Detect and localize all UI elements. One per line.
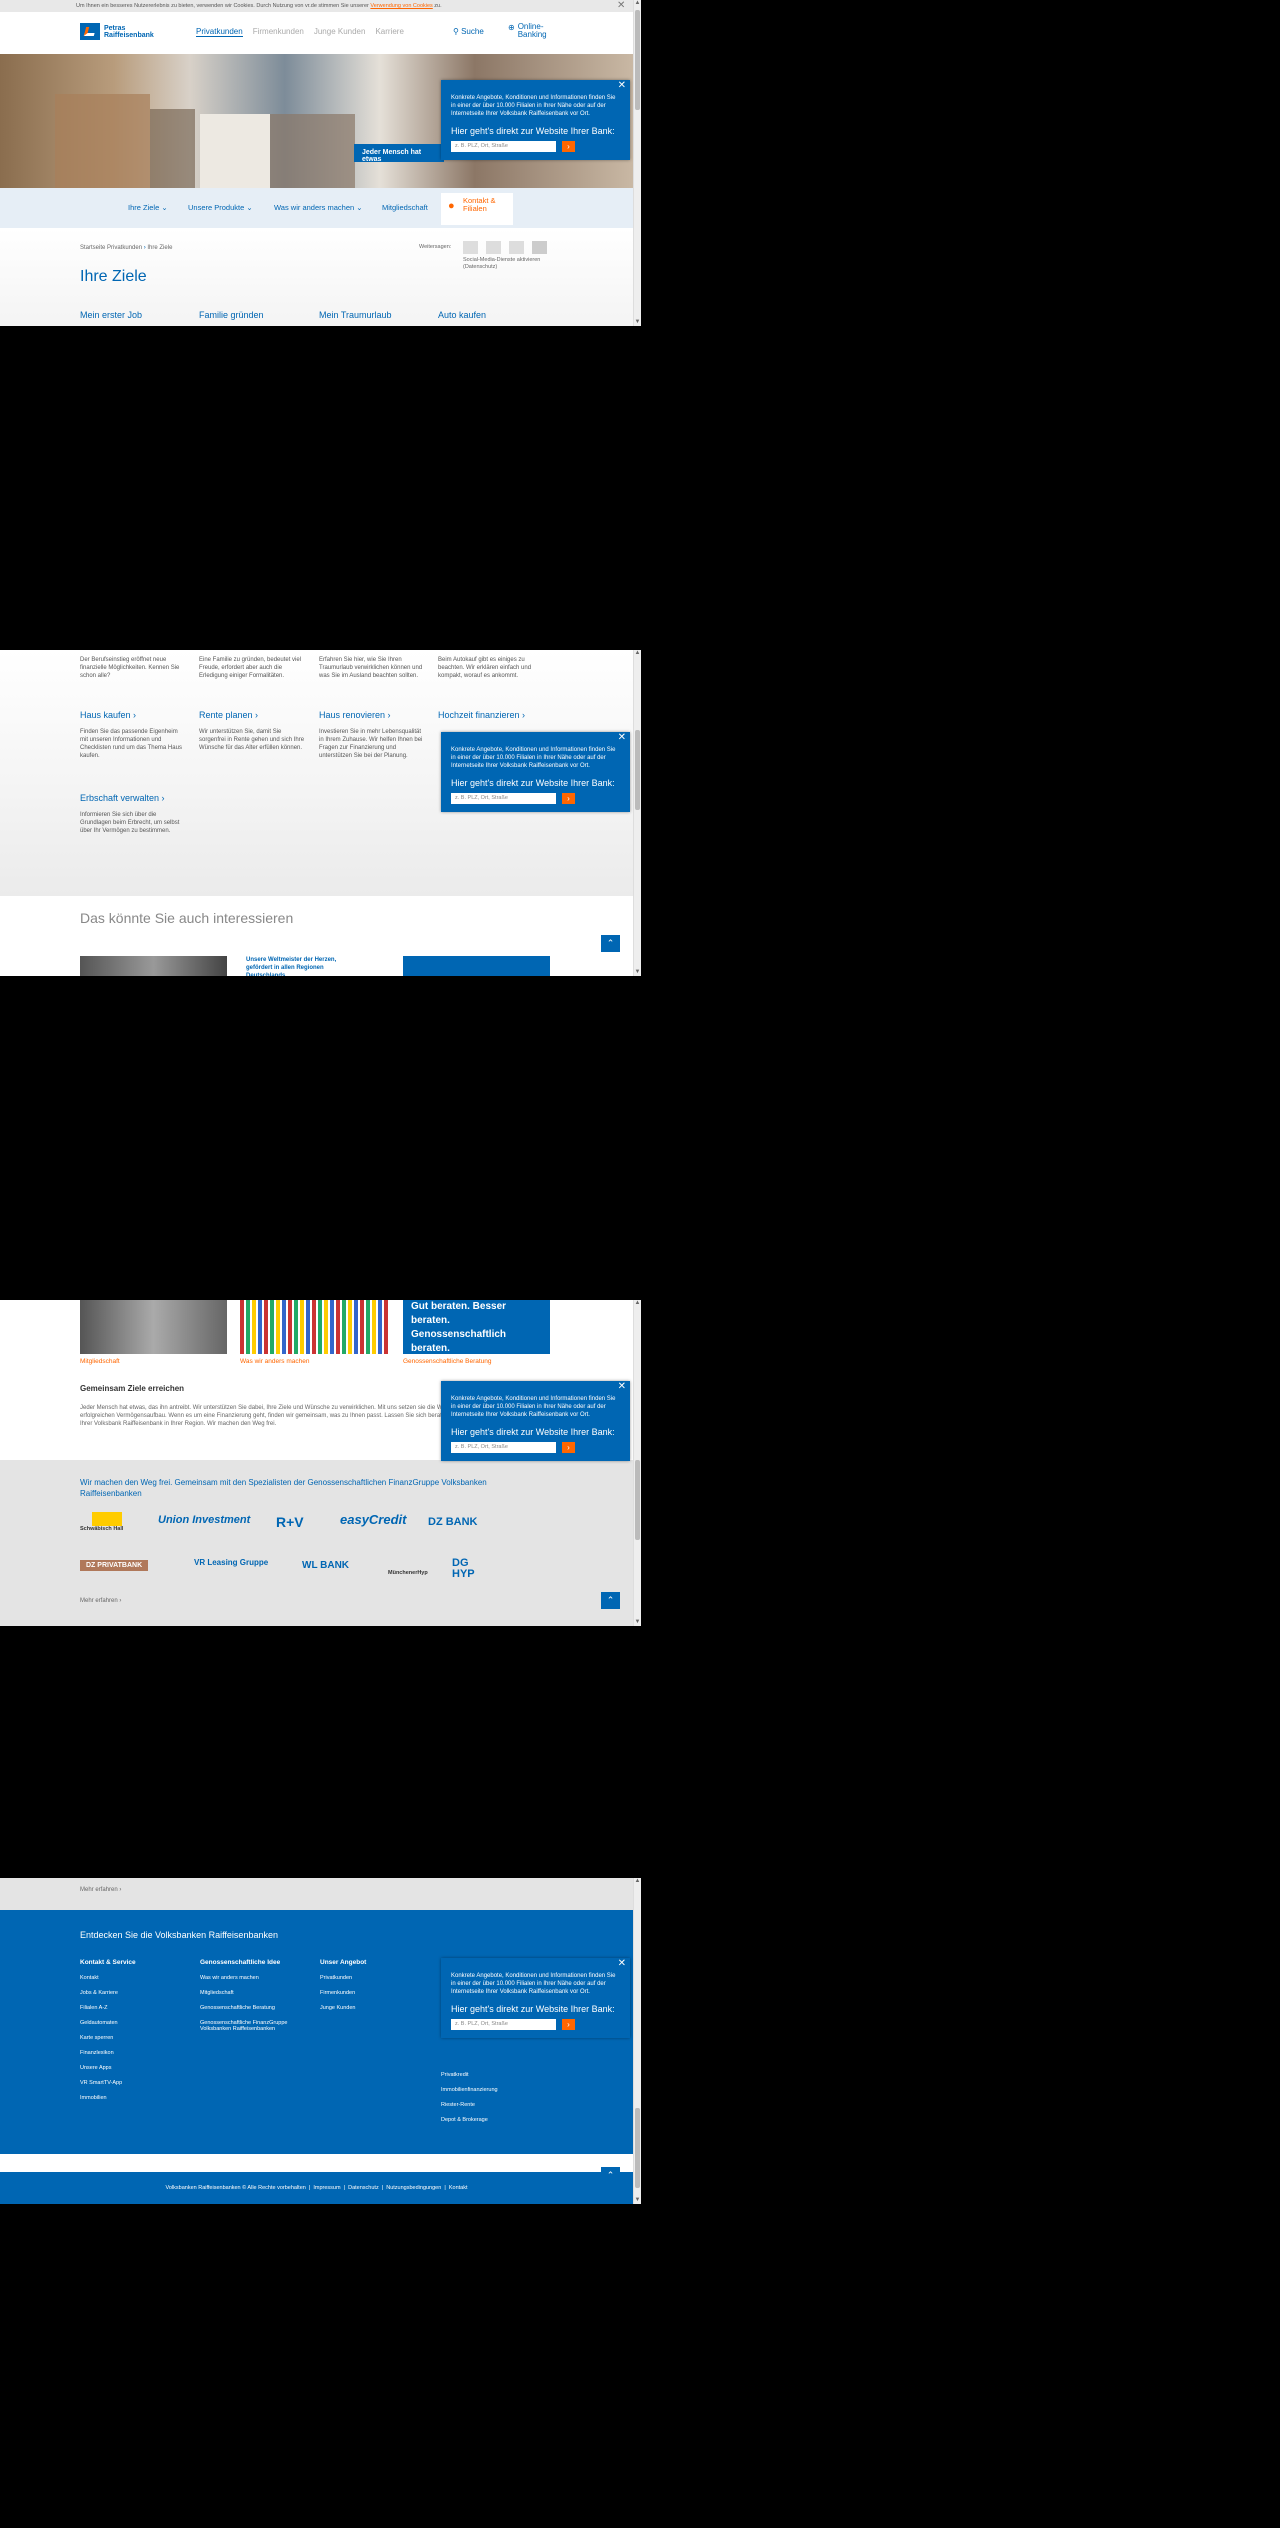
social-activate-link[interactable]: Social-Media-Dienste aktivieren (Datensc… [463, 257, 548, 271]
interest-links: Mitgliedschaft Was wir anders machen Gen… [80, 1358, 492, 1365]
logo-wl-bank[interactable]: WL BANK [302, 1560, 349, 1571]
footer-col-products: Privatkredit Immobilienfinanzierung Rieste… [441, 2072, 498, 2123]
main-nav: Ihre Ziele ⌄ Unsere Produkte ⌄ Was wir a… [0, 188, 633, 228]
search-icon: ⚲ [453, 27, 459, 36]
bank-finder-overlay: ✕ Konkrete Angebote, Konditionen und Inf… [441, 1381, 630, 1461]
logo-dz-bank[interactable]: DZ BANK [428, 1516, 478, 1528]
footer-legal: Volksbanken Raiffeisenbanken © Alle Rech… [165, 2185, 468, 2191]
bank-finder-overlay: ✕ Konkrete Angebote, Konditionen und Inf… [441, 1958, 630, 2038]
mainnav-anders[interactable]: Was wir anders machen ⌄ [274, 203, 363, 212]
goals-row1-desc: Der Berufseinstieg eröffnet neue finanzi… [80, 657, 532, 679]
footer-divider [0, 2154, 633, 2172]
close-icon[interactable]: ✕ [618, 81, 626, 91]
goals-row1: Mein erster Job Familie gründen Mein Tra… [80, 310, 487, 320]
footer-col-kontakt: Kontakt & Service Kontakt Jobs & Karriere… [80, 1959, 136, 2101]
mainnav-ihre-ziele[interactable]: Ihre Ziele ⌄ [128, 203, 168, 212]
topnav-firmenkunden[interactable]: Firmenkunden [253, 27, 304, 37]
goals-row3: Erbschaft verwalten › Informieren Sie si… [80, 793, 185, 835]
close-icon[interactable]: ✕ [617, 0, 625, 12]
bank-search-input[interactable]: z. B. PLZ, Ort, Straße [451, 1442, 556, 1453]
scroll-top-button[interactable]: ⌃ [601, 1592, 620, 1609]
share-bar: Weitersagen: Social-Media-Dienste aktivi… [419, 241, 549, 270]
topnav-privatkunden[interactable]: Privatkunden [196, 27, 243, 37]
brand-logo[interactable]: Petras Raiffeisenbank [80, 23, 154, 40]
footer-col-idee: Genossenschaftliche Idee Was wir anders … [200, 1959, 288, 2032]
interest-image[interactable] [80, 956, 227, 976]
partners-more-link[interactable]: Mehr erfahren › [80, 1598, 121, 1604]
interest-tile [403, 956, 550, 976]
close-icon[interactable]: ✕ [618, 1382, 626, 1392]
contact-button[interactable]: ● Kontakt & Filialen [441, 193, 513, 225]
print-icon[interactable] [532, 241, 547, 254]
logo-ruv[interactable]: R+V [276, 1514, 304, 1530]
viewport-4: Mehr erfahren › Entdecken Sie die Volksb… [0, 1878, 641, 2204]
scroll-top-button[interactable]: ⌃ [601, 935, 620, 952]
viewport-2: Der Berufseinstieg eröffnet neue finanzi… [0, 650, 641, 976]
page-title: Ihre Ziele [80, 268, 147, 285]
bank-search-submit[interactable]: › [562, 1442, 575, 1453]
viewport-3: Gut beraten. Besser beraten. Genossensch… [0, 1300, 641, 1626]
goal-hochzeit[interactable]: Hochzeit finanzieren › [438, 710, 525, 720]
flags-image[interactable] [240, 1300, 390, 1354]
brand-mark-icon [80, 23, 100, 40]
logo-union-investment[interactable]: Union Investment [158, 1514, 250, 1526]
googleplus-icon[interactable] [509, 241, 524, 254]
logo-dz-privatbank[interactable]: DZ PRIVATBANK [80, 1560, 149, 1571]
topnav: Privatkunden Firmenkunden Junge Kunden K… [196, 27, 404, 37]
bank-finder-overlay: ✕ Konkrete Angebote, Konditionen und Inf… [441, 80, 630, 160]
bank-search-submit[interactable]: › [562, 793, 575, 804]
together-text: Jeder Mensch hat etwas, das ihn antreibt… [80, 1405, 488, 1427]
footer-title: Entdecken Sie die Volksbanken Raiffeisen… [80, 1930, 278, 1940]
scrollbar[interactable]: ▲ ▼ [633, 650, 641, 976]
mainnav-produkte[interactable]: Unsere Produkte ⌄ [188, 203, 253, 212]
online-banking-button[interactable]: ⊕ Online- Banking [508, 23, 547, 39]
location-pin-icon: ● [448, 200, 455, 212]
facebook-icon[interactable] [463, 241, 478, 254]
twitter-icon[interactable] [486, 241, 501, 254]
close-icon[interactable]: ✕ [618, 733, 626, 743]
topnav-karriere[interactable]: Karriere [375, 27, 403, 37]
hero-caption: Jeder Mensch hat etwas [354, 144, 444, 163]
bank-search-input[interactable]: z. B. PLZ, Ort, Straße [451, 2019, 556, 2030]
logo-easycredit[interactable]: easyCredit [340, 1512, 406, 1527]
partners-title: Wir machen den Weg frei. Gemeinsam mit d… [80, 1478, 487, 1498]
partners-section: Wir machen den Weg frei. Gemeinsam mit d… [0, 1460, 633, 1626]
bank-finder-overlay: ✕ Konkrete Angebote, Konditionen und Inf… [441, 732, 630, 812]
interest-image[interactable] [80, 1300, 227, 1354]
bank-search-input[interactable]: z. B. PLZ, Ort, Straße [451, 793, 556, 804]
logo-vr-leasing[interactable]: VR Leasing Gruppe [194, 1558, 269, 1567]
bank-search-submit[interactable]: › [562, 2019, 575, 2030]
bank-search-input[interactable]: z. B. PLZ, Ort, Straße [451, 141, 556, 152]
search-button[interactable]: ⚲ Suche [453, 27, 484, 36]
header: Petras Raiffeisenbank Privatkunden Firmen… [0, 12, 633, 54]
cookie-link[interactable]: Verwendung von Cookies [370, 3, 432, 9]
footer-col-angebot: Unser Angebot Privatkunden Firmenkunden Ju… [320, 1959, 367, 2011]
close-icon[interactable]: ✕ [618, 1959, 626, 1969]
viewport-1: Um Ihnen ein besseres Nutzererlebnis zu … [0, 0, 641, 326]
scrollbar[interactable]: ▲ ▼ [633, 1878, 641, 2204]
interest-title: Das könnte Sie auch interessieren [80, 910, 294, 926]
interest-teaser[interactable]: Unsere Weltmeister der Herzen, gefördert… [246, 956, 346, 976]
partners-tail: Mehr erfahren › [0, 1878, 633, 1910]
lock-icon: ⊕ [508, 23, 515, 32]
goal-rente-planen[interactable]: Rente planen › [199, 710, 319, 720]
goal-haus-renovieren[interactable]: Haus renovieren › [319, 710, 438, 720]
bank-search-submit[interactable]: › [562, 141, 575, 152]
goal-erbschaft[interactable]: Erbschaft verwalten › [80, 793, 185, 803]
logo-dg-hyp[interactable]: DG HYP [452, 1558, 480, 1580]
scrollbar[interactable]: ▲ ▼ [633, 0, 641, 326]
breadcrumb: Startseite Privatkunden › Ihre Ziele [80, 245, 173, 251]
interest-section: Das könnte Sie auch interessieren Unsere… [0, 896, 633, 976]
scrollbar[interactable]: ▲ ▼ [633, 1300, 641, 1626]
together-title: Gemeinsam Ziele erreichen [80, 1384, 185, 1393]
logo-muenchenerhyp[interactable]: MünchenerHyp [388, 1570, 428, 1576]
partners-more-link[interactable]: Mehr erfahren › [80, 1887, 121, 1893]
content-area: Startseite Privatkunden › Ihre Ziele Wei… [0, 228, 633, 326]
mainnav-mitgliedschaft[interactable]: Mitgliedschaft [382, 203, 428, 212]
interest-tile[interactable]: Gut beraten. Besser beraten. Genossensch… [403, 1300, 550, 1354]
logo-schwaebisch-hall[interactable]: Schwäbisch Hall [80, 1512, 123, 1532]
goal-haus-kaufen[interactable]: Haus kaufen › [80, 710, 199, 720]
topnav-junge-kunden[interactable]: Junge Kunden [314, 27, 366, 37]
cookie-bar: Um Ihnen ein besseres Nutzererlebnis zu … [0, 0, 641, 12]
